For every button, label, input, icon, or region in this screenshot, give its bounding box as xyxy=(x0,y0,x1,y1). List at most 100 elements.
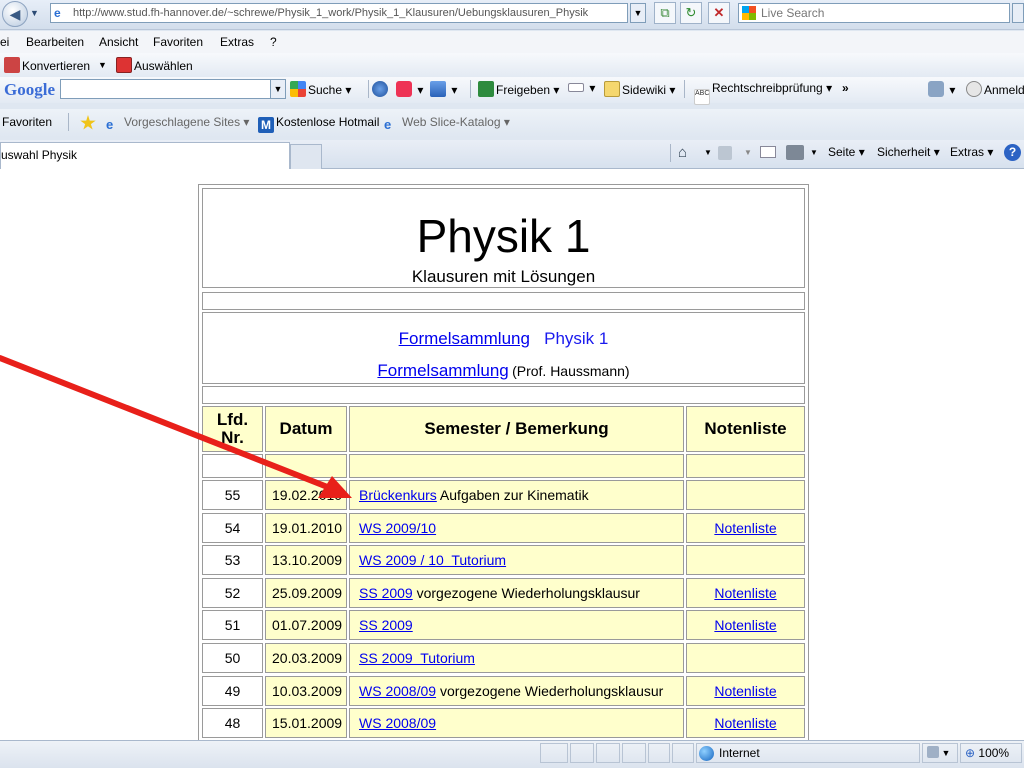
hotmail-link[interactable]: M Kostenlose Hotmail xyxy=(258,115,379,133)
row-number: 54 xyxy=(202,513,263,543)
google-search-icon xyxy=(290,81,306,97)
select-button[interactable]: Auswählen xyxy=(116,57,193,73)
page-subtitle: Klausuren mit Lösungen xyxy=(411,267,596,286)
google-search-input[interactable] xyxy=(60,79,272,99)
menu-view[interactable]: Ansicht xyxy=(99,35,138,49)
semester-link[interactable]: SS 2009 Tutorium xyxy=(359,650,475,666)
row-grades xyxy=(686,480,805,510)
webslice-gallery-link[interactable]: e Web Slice-Katalog ▾ xyxy=(384,115,510,133)
new-tab-button[interactable] xyxy=(290,144,322,169)
row-semester: WS 2008/09 xyxy=(349,708,684,738)
row-number: 51 xyxy=(202,610,263,640)
grades-link[interactable]: Notenliste xyxy=(714,617,776,633)
status-bar: Internet ▼ ⊕ 100% xyxy=(0,740,1024,768)
row-semester: SS 2009 xyxy=(349,610,684,640)
menu-bar: ei Bearbeiten Ansicht Favoriten Extras ? xyxy=(0,31,1024,53)
stop-icon[interactable]: ✕ xyxy=(708,2,730,24)
spellcheck-button[interactable]: ABC Rechtschreibprüfung ▾ xyxy=(694,81,832,105)
suggested-sites-button[interactable]: e Vorgeschlagene Sites ▾ xyxy=(106,115,249,133)
share-button[interactable]: Freigeben ▾ xyxy=(478,81,559,97)
add-favorite-button[interactable] xyxy=(80,115,98,131)
empty-cell xyxy=(349,454,684,478)
signin-label: Anmeld xyxy=(984,83,1024,97)
row-date: 19.01.2010 xyxy=(265,513,347,543)
print-icon[interactable] xyxy=(786,145,804,160)
search-go-button[interactable] xyxy=(1012,3,1024,23)
home-icon[interactable]: ⌂ xyxy=(678,144,687,161)
semester-link[interactable]: Brückenkurs xyxy=(359,487,437,503)
security-zone[interactable]: Internet xyxy=(696,743,920,763)
semester-link[interactable]: WS 2009/10 xyxy=(359,520,436,536)
semester-note: vorgezogene Wiederholungsklausur xyxy=(436,683,664,699)
google-toolbar-buttons: Suche ▾ ▾ ▾ Freigeben ▾ ▾ Sidewiki ▾ ABC… xyxy=(290,77,1024,105)
zoom-button[interactable]: ⊕ 100% xyxy=(960,743,1022,763)
google-search-dropdown-icon[interactable]: ▼ xyxy=(270,79,286,99)
convert-dropdown-icon[interactable]: ▼ xyxy=(98,60,107,70)
row-number: 52 xyxy=(202,578,263,608)
formula-link-2[interactable]: Formelsammlung xyxy=(377,361,508,380)
signin-icon xyxy=(966,81,982,97)
formula-link-1[interactable]: Formelsammlung xyxy=(399,329,530,348)
menu-edit[interactable]: Bearbeiten xyxy=(26,35,84,49)
refresh-icon[interactable]: ↻ xyxy=(680,2,702,24)
row-date: 10.03.2009 xyxy=(265,676,347,706)
more-tools-button[interactable]: » xyxy=(842,81,849,95)
spellcheck-label: Rechtschreibprüfung xyxy=(712,81,823,95)
security-menu-button[interactable]: Sicherheit ▾ xyxy=(877,145,940,159)
grades-link[interactable]: Notenliste xyxy=(714,585,776,601)
grades-link[interactable]: Notenliste xyxy=(714,683,776,699)
semester-link[interactable]: SS 2009 xyxy=(359,617,413,633)
semester-note: vorgezogene Wiederholungsklausur xyxy=(412,585,640,601)
settings-button[interactable]: ▾ xyxy=(928,81,955,97)
zoom-level: 100% xyxy=(978,746,1010,760)
plus-button[interactable]: ▾ xyxy=(430,81,457,97)
row-grades xyxy=(686,643,805,673)
google-search-button[interactable]: Suche ▾ xyxy=(290,81,351,97)
history-dropdown-icon[interactable]: ▼ xyxy=(30,6,42,20)
page-frame: Physik 1 Klausuren mit Lösungen Formelsa… xyxy=(198,184,809,740)
empty-cell xyxy=(265,454,347,478)
google-logo: Google xyxy=(4,80,55,99)
bookmarks-button[interactable]: ▾ xyxy=(396,81,423,97)
menu-favorites[interactable]: Favoriten xyxy=(153,35,203,49)
status-segment xyxy=(596,743,620,763)
page-menu-button[interactable]: Seite ▾ xyxy=(828,145,865,159)
address-input[interactable]: e http://www.stud.fh-hannover.de/~schrew… xyxy=(50,3,628,23)
header-number: Lfd. Nr. xyxy=(202,406,263,452)
tab-current[interactable]: uswahl Physik xyxy=(0,142,290,169)
convert-button[interactable]: Konvertieren xyxy=(4,57,90,73)
status-segment xyxy=(540,743,568,763)
semester-link[interactable]: SS 2009 xyxy=(359,585,413,601)
globe-button[interactable] xyxy=(372,81,390,97)
protected-mode-button[interactable]: ▼ xyxy=(922,743,958,763)
signin-button[interactable]: Anmeld xyxy=(966,81,1024,97)
grades-link[interactable]: Notenliste xyxy=(714,715,776,731)
help-icon[interactable]: ? xyxy=(1004,144,1021,161)
home-dropdown-icon[interactable]: ▼ xyxy=(704,148,712,157)
semester-link[interactable]: WS 2009 / 10 Tutorium xyxy=(359,552,506,568)
plus-icon xyxy=(430,81,446,97)
semester-link[interactable]: WS 2008/09 xyxy=(359,683,436,699)
print-dropdown-icon[interactable]: ▼ xyxy=(810,148,818,157)
semester-link[interactable]: WS 2008/09 xyxy=(359,715,436,731)
back-button[interactable]: ◀ xyxy=(2,1,28,27)
live-search-input[interactable]: Live Search xyxy=(738,3,1010,23)
blank-button[interactable]: ▾ xyxy=(568,81,595,95)
extras-menu-label: Extras xyxy=(950,145,985,159)
mail-icon[interactable] xyxy=(760,146,776,158)
menu-file[interactable]: ei xyxy=(0,35,9,49)
grades-link[interactable]: Notenliste xyxy=(714,520,776,536)
address-dropdown-icon[interactable]: ▼ xyxy=(630,3,646,23)
feeds-dropdown-icon[interactable]: ▼ xyxy=(744,148,752,157)
row-grades: Notenliste xyxy=(686,578,805,608)
live-search-logo-icon xyxy=(742,6,756,20)
menu-help[interactable]: ? xyxy=(270,35,277,49)
row-date: 01.07.2009 xyxy=(265,610,347,640)
header-grades: Notenliste xyxy=(686,406,805,452)
favorites-button[interactable]: Favoriten xyxy=(2,115,52,129)
compatibility-view-icon[interactable]: ⧉ xyxy=(654,2,676,24)
sidewiki-button[interactable]: Sidewiki ▾ xyxy=(604,81,675,97)
menu-extras[interactable]: Extras xyxy=(220,35,254,49)
extras-menu-button[interactable]: Extras ▾ xyxy=(950,145,993,159)
feeds-icon[interactable] xyxy=(718,146,732,160)
